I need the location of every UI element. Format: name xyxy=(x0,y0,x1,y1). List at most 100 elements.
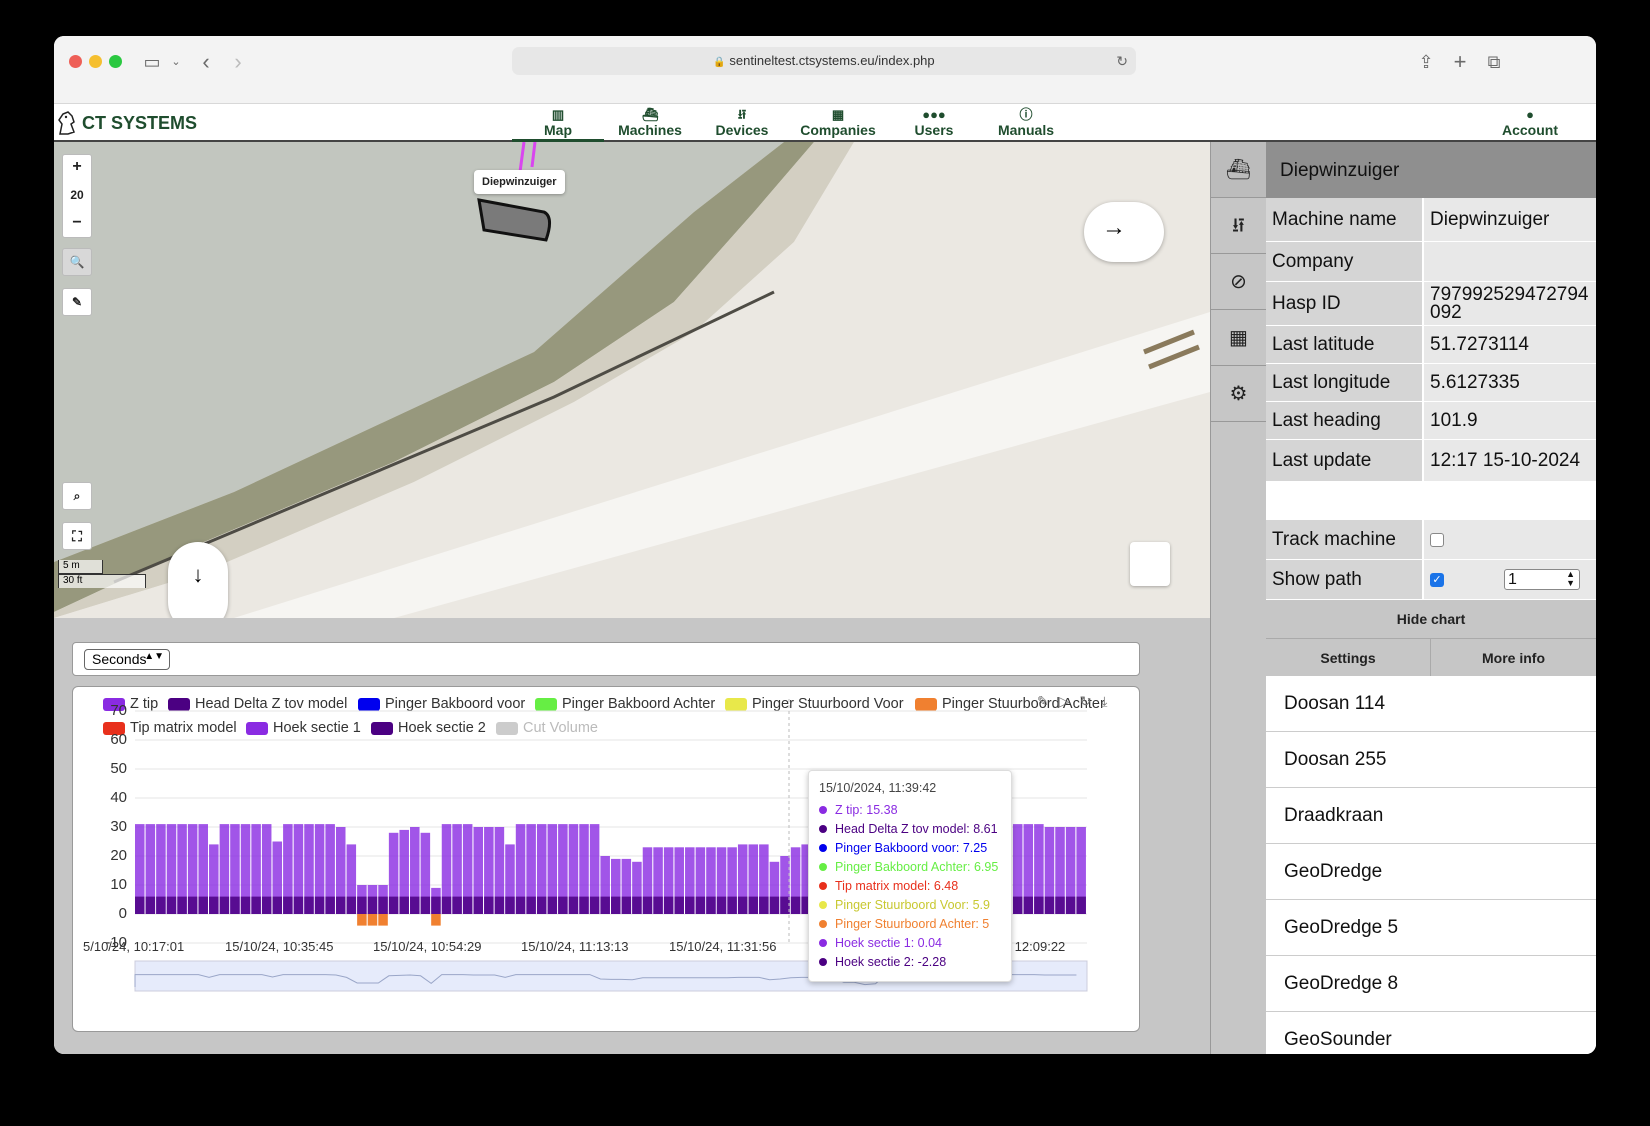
reload-icon[interactable]: ↻ xyxy=(1116,47,1128,75)
tooltip-time: 15/10/2024, 11:39:42 xyxy=(819,781,937,795)
machine-details-panel: Diepwinzuiger Machine name Diepwinzuiger C… xyxy=(1266,142,1596,1054)
fullscreen-icon[interactable]: ⛶ xyxy=(62,522,92,550)
detail-label: Machine name xyxy=(1266,198,1422,241)
head-delta-bar xyxy=(283,896,293,914)
nav-account[interactable]: ● Account xyxy=(1490,104,1570,142)
new-tab-icon[interactable]: + xyxy=(1448,50,1472,74)
head-delta-bar xyxy=(600,896,610,914)
head-delta-bar xyxy=(1012,896,1023,914)
stepper-arrows-icon[interactable]: ▲ ▼ xyxy=(1566,570,1575,588)
nav-manuals-label: Manuals xyxy=(997,122,1054,138)
sidebar-toggle-icon[interactable]: ▭ xyxy=(140,50,164,74)
machine-list-item[interactable]: Draadkraan xyxy=(1266,788,1596,844)
layers-icon[interactable] xyxy=(1130,542,1170,586)
share-icon[interactable]: ⇪ xyxy=(1414,50,1438,74)
pinger-stuurboord-bar xyxy=(378,914,388,926)
machine-list-item[interactable]: GeoDredge 5 xyxy=(1266,900,1596,956)
tabs-overview-icon[interactable]: ⧉ xyxy=(1482,50,1506,74)
zoom-level: 20 xyxy=(70,188,84,202)
detail-label: Last longitude xyxy=(1266,364,1422,401)
head-delta-bar xyxy=(325,896,335,914)
detail-row: Last update 12:17 15-10-2024 xyxy=(1266,440,1596,482)
nav-companies-label: Companies xyxy=(800,122,876,138)
minimize-window-button[interactable] xyxy=(89,55,102,68)
nav-devices[interactable]: ⭿ Devices xyxy=(696,104,788,142)
zoom-area-icon[interactable]: 🔍 xyxy=(62,248,92,276)
nav-map[interactable]: ▥ Map xyxy=(512,104,604,142)
head-delta-bar xyxy=(304,896,314,914)
head-delta-bar xyxy=(1055,896,1065,914)
measure-pencil-icon[interactable]: ✎ xyxy=(62,288,92,316)
head-delta-bar xyxy=(748,896,759,914)
nav-manuals[interactable]: ⓘ Manuals xyxy=(980,104,1072,142)
nav-machines[interactable]: ⛴ Machines xyxy=(604,104,696,142)
machine-list-item[interactable]: GeoDredge xyxy=(1266,844,1596,900)
detail-row: Hasp ID 797992529472794092 xyxy=(1266,282,1596,326)
back-icon[interactable]: ‹ xyxy=(194,50,218,74)
more-info-button[interactable]: More info xyxy=(1431,638,1596,676)
building-icon[interactable]: ▦ xyxy=(1211,310,1266,366)
head-delta-bar xyxy=(1065,896,1076,914)
brand-logo[interactable]: CT SYSTEMS xyxy=(56,108,197,138)
head-delta-bar xyxy=(706,896,716,914)
head-delta-bar xyxy=(1076,896,1086,914)
detail-value: 101.9 xyxy=(1422,402,1596,439)
machine-list-item[interactable]: Doosan 255 xyxy=(1266,732,1596,788)
x-tick-label: 15/10/24, 10:35:45 xyxy=(225,939,334,954)
nav-companies[interactable]: ▦ Companies xyxy=(788,104,888,142)
tooltip-item: Tip matrix model: 6.48 xyxy=(809,876,1011,895)
machine-marker-label[interactable]: Diepwinzuiger xyxy=(474,170,565,194)
zoom-in-button[interactable]: + xyxy=(62,154,92,182)
head-delta-bar xyxy=(462,896,473,914)
gear-icon[interactable]: ⚙ xyxy=(1211,366,1266,422)
detail-value: Diepwinzuiger xyxy=(1422,198,1596,241)
head-delta-bar xyxy=(187,896,198,914)
head-delta-bar xyxy=(335,896,346,914)
brand-name: CT SYSTEMS xyxy=(82,112,198,133)
panel-tab-bar: ⛴ ⭿ ⊘ ▦ ⚙ xyxy=(1210,142,1266,1054)
usb-icon[interactable]: ⭿ xyxy=(1211,198,1266,254)
head-delta-bar xyxy=(177,896,187,914)
interval-select[interactable]: Seconds ▲▼ xyxy=(84,649,170,670)
show-chart-arrow-down-icon[interactable]: ↓ xyxy=(168,542,228,618)
machine-list-item[interactable]: Doosan 114 xyxy=(1266,676,1596,732)
chevron-down-icon[interactable]: ⌄ xyxy=(164,50,188,74)
head-delta-bar xyxy=(653,896,663,914)
tooltip-text: Head Delta Z tov model: 8.61 xyxy=(835,821,998,836)
detail-row: Machine name Diepwinzuiger xyxy=(1266,198,1596,242)
track-machine-checkbox[interactable] xyxy=(1430,532,1444,547)
row-track-machine: Track machine xyxy=(1266,520,1596,560)
machine-ship-icon[interactable]: ⛴ xyxy=(1211,142,1266,198)
head-delta-bar xyxy=(378,896,388,914)
search-icon[interactable]: ⌕ xyxy=(62,482,92,510)
head-delta-bar xyxy=(716,896,727,914)
hide-chart-button[interactable]: Hide chart xyxy=(1266,600,1596,638)
machine-list-item[interactable]: GeoDredge 8 xyxy=(1266,956,1596,1012)
eye-slash-icon[interactable]: ⊘ xyxy=(1211,254,1266,310)
address-bar[interactable]: 🔒 sentineltest.ctsystems.eu/index.php ↻ xyxy=(512,47,1136,75)
toggle-panel-arrow-right-icon[interactable]: → xyxy=(1084,202,1164,262)
head-delta-bar xyxy=(420,896,431,914)
satellite-map[interactable]: Diepwinzuiger + 20 − 🔍 ✎ ⌕ ⛶ 5 m 30 ft ↓… xyxy=(54,142,1210,618)
detail-row: Last longitude 5.6127335 xyxy=(1266,364,1596,402)
tooltip-item: Hoek sectie 2: -2.28 xyxy=(809,952,1011,971)
machine-list-item[interactable]: GeoSounder xyxy=(1266,1012,1596,1054)
nav-users[interactable]: ●●● Users xyxy=(888,104,980,142)
head-delta-bar xyxy=(135,896,145,914)
settings-button[interactable]: Settings xyxy=(1266,638,1431,676)
show-path-checkbox[interactable]: ✓ xyxy=(1430,572,1444,587)
forward-icon[interactable]: › xyxy=(226,50,250,74)
path-days-input[interactable]: 1 ▲ ▼ xyxy=(1504,569,1580,590)
maximize-window-button[interactable] xyxy=(109,55,122,68)
lock-icon: 🔒 xyxy=(713,57,726,68)
tooltip-dot xyxy=(819,881,827,890)
building-icon: ▦ xyxy=(831,107,845,122)
close-window-button[interactable] xyxy=(69,55,82,68)
x-tick-label: 5/10/24, 10:17:01 xyxy=(83,939,185,954)
detail-row: Company xyxy=(1266,242,1596,282)
browser-window: ▭ ⌄ ‹ › 🔒 sentineltest.ctsystems.eu/inde… xyxy=(54,36,1596,1054)
x-tick-label: 15/10/24, 11:13:13 xyxy=(521,939,629,954)
tooltip-text: Tip matrix model: 6.48 xyxy=(835,878,959,893)
show-path-label: Show path xyxy=(1266,560,1422,599)
zoom-out-button[interactable]: − xyxy=(62,210,92,238)
